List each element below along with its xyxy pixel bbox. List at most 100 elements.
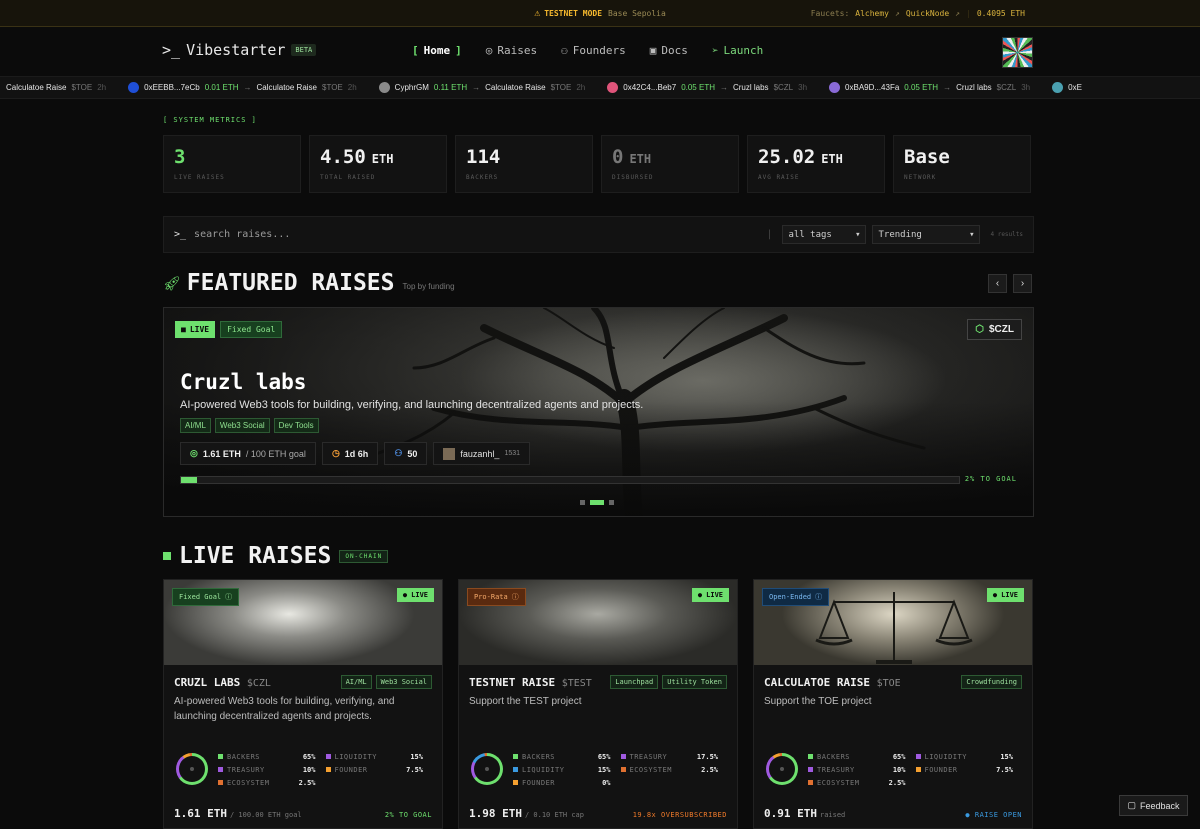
- alloc-key: FOUNDER: [924, 765, 958, 774]
- metric-label: BACKERS: [466, 174, 499, 181]
- sort-select[interactable]: Trending ▾: [872, 225, 981, 244]
- ticker-amount: 0.05 ETH: [681, 83, 715, 92]
- backers-stat: ⚇ 50: [384, 442, 428, 465]
- alloc-value: 15%: [410, 752, 423, 761]
- send-icon: ➢: [711, 44, 719, 57]
- metric-number: 0: [612, 146, 624, 168]
- nav-home-label: Home: [423, 44, 451, 57]
- raise-card[interactable]: Fixed Goal ⓘ ● LIVE CRUZL LABS $CZL AI/ML …: [163, 579, 443, 829]
- info-icon: ⓘ: [225, 593, 233, 601]
- alloc-key: LIQUIDITY: [334, 752, 377, 761]
- wallet-avatar-icon: [1052, 82, 1064, 93]
- nav-home[interactable]: [ Home ]: [412, 44, 462, 57]
- alloc-key: BACKERS: [522, 752, 556, 761]
- carousel-prev-button[interactable]: ‹: [988, 274, 1007, 293]
- progress-fill: [181, 477, 197, 483]
- raise-card[interactable]: Open-Ended ⓘ ● LIVE CALCULATOE RAISE $TOE …: [753, 579, 1033, 829]
- raise-ticker: $TOE: [876, 678, 901, 689]
- search-input[interactable]: search raises...: [194, 229, 290, 240]
- metric-label: NETWORK: [904, 174, 937, 181]
- raise-amount: 0.91 ETH raised: [764, 807, 845, 820]
- tag: AI/ML: [180, 418, 211, 433]
- raise-description: Support the TEST project: [469, 696, 582, 707]
- wallet-avatar-icon: [607, 82, 619, 93]
- ticker-amount: 0.05 ETH: [904, 83, 939, 92]
- ticker-item: 0xEEBB...7eCb 0.01 ETH → Calculatoe Rais…: [122, 82, 373, 93]
- goal-type-label: Fixed Goal: [179, 593, 222, 601]
- network-label: Base Sepolia: [608, 8, 666, 18]
- legend-swatch: [620, 767, 626, 772]
- logo[interactable]: >_ Vibestarter BETA: [162, 41, 317, 59]
- testnet-banner: ⚠ TESTNET MODE Base Sepolia Faucets: Alc…: [0, 0, 1200, 27]
- progress-label: 2% TO GOAL: [964, 475, 1017, 483]
- arrow-right-icon: →: [719, 83, 728, 92]
- logo-text: Vibestarter: [186, 41, 286, 59]
- carousel-dot-active[interactable]: [590, 500, 604, 505]
- bracket-right: ]: [455, 44, 462, 57]
- raise-image: Open-Ended ⓘ ● LIVE: [754, 580, 1032, 665]
- users-icon: ⚇: [561, 44, 568, 57]
- donut-center: [190, 767, 194, 771]
- ticker-symbol: $TOE: [322, 83, 343, 92]
- carousel-next-button[interactable]: ›: [1013, 274, 1032, 293]
- system-metrics-label: [ SYSTEM METRICS ]: [163, 116, 257, 124]
- feedback-button[interactable]: ▢ Feedback: [1119, 795, 1188, 816]
- chevron-down-icon: ▾: [855, 229, 861, 240]
- tag: Utility Token: [662, 675, 727, 689]
- ticker-amount: 0.01 ETH: [204, 83, 239, 92]
- alloc-key: LIQUIDITY: [924, 752, 967, 761]
- allocation-list: BACKERS 65% LIQUIDITY 15% TREASURY 10% FOUNDE…: [808, 750, 1023, 789]
- metric-number: 25.02: [758, 146, 816, 168]
- live-raises-header: LIVE RAISES ON-CHAIN: [163, 543, 389, 569]
- legend-swatch: [620, 754, 626, 759]
- divider: |: [766, 229, 773, 240]
- featured-subtitle: Top by funding: [402, 281, 455, 291]
- raise-card[interactable]: Pro-Rata ⓘ ● LIVE TESTNET RAISE $TEST Laun…: [458, 579, 738, 829]
- allocation-list: BACKERS 65% LIQUIDITY 15% TREASURY 10% FOUNDE…: [218, 750, 433, 789]
- founder-stat[interactable]: fauzanhl_ 1531: [433, 442, 531, 465]
- legend-swatch: [218, 767, 223, 772]
- raise-tags: AI/ML Web3 Social: [340, 675, 432, 689]
- top-nav: >_ Vibestarter BETA [ Home ] ◎ Raises ⚇ …: [0, 27, 1200, 77]
- faucets: Faucets: Alchemy ↗ QuickNode ↗ | 0.4095 …: [811, 9, 1025, 18]
- info-icon: ⓘ: [815, 593, 823, 601]
- alloc-value: 10%: [302, 765, 316, 774]
- goal-type-badge: Pro-Rata ⓘ: [467, 588, 526, 606]
- allocation-donut: [176, 753, 208, 785]
- founder-avatar: [443, 447, 456, 460]
- metric-disbursed: 0 ETH DISBURSED: [601, 135, 739, 193]
- faucet-link-alchemy[interactable]: Alchemy: [855, 9, 889, 18]
- raise-description: Support the TOE project: [764, 696, 872, 707]
- nav-founders[interactable]: ⚇ Founders: [561, 44, 626, 57]
- amount-value: 1.98 ETH: [469, 807, 522, 820]
- ticker-target: Cruzl labs: [956, 83, 992, 92]
- ticker-item: 0xBA9D...43Fa 0.05 ETH → Cruzl labs $CZL…: [823, 82, 1046, 93]
- alloc-key: LIQUIDITY: [522, 765, 565, 774]
- live-badge: ■ LIVE: [175, 321, 216, 338]
- carousel-dot[interactable]: [580, 500, 585, 505]
- square-icon: [163, 552, 171, 560]
- raised-amount: 1.61 ETH: [202, 448, 241, 459]
- rocket-icon: 🚀︎: [163, 274, 181, 291]
- nav-founders-label: Founders: [572, 44, 626, 57]
- metric-value: 25.02 ETH: [758, 146, 874, 168]
- nav-raises[interactable]: ◎ Raises: [486, 44, 537, 57]
- nav-docs-label: Docs: [661, 44, 688, 57]
- nav-launch[interactable]: ➢ Launch: [712, 44, 763, 57]
- raise-title: CRUZL LABS $CZL: [174, 676, 271, 689]
- featured-header: 🚀︎ FEATURED RAISES Top by funding: [163, 270, 455, 296]
- raise-name: CALCULATOE RAISE: [764, 676, 870, 689]
- user-avatar[interactable]: [1002, 37, 1033, 68]
- metric-value: 114: [466, 146, 582, 168]
- tags-select[interactable]: all tags ▾: [782, 225, 867, 244]
- alloc-key: TREASURY: [629, 752, 668, 761]
- nav-launch-label: Launch: [723, 44, 764, 57]
- nav-docs[interactable]: ▣ Docs: [650, 44, 688, 57]
- faucet-link-quicknode[interactable]: QuickNode: [906, 9, 949, 18]
- metric-network: Base NETWORK: [893, 135, 1031, 193]
- legend-swatch: [325, 754, 331, 759]
- alloc-key: TREASURY: [227, 765, 265, 774]
- carousel-dot[interactable]: [609, 500, 614, 505]
- featured-card[interactable]: ■ LIVE Fixed Goal ⬡ $CZL Cruzl labs AI-po…: [163, 307, 1034, 517]
- allocation-donut: [766, 753, 798, 785]
